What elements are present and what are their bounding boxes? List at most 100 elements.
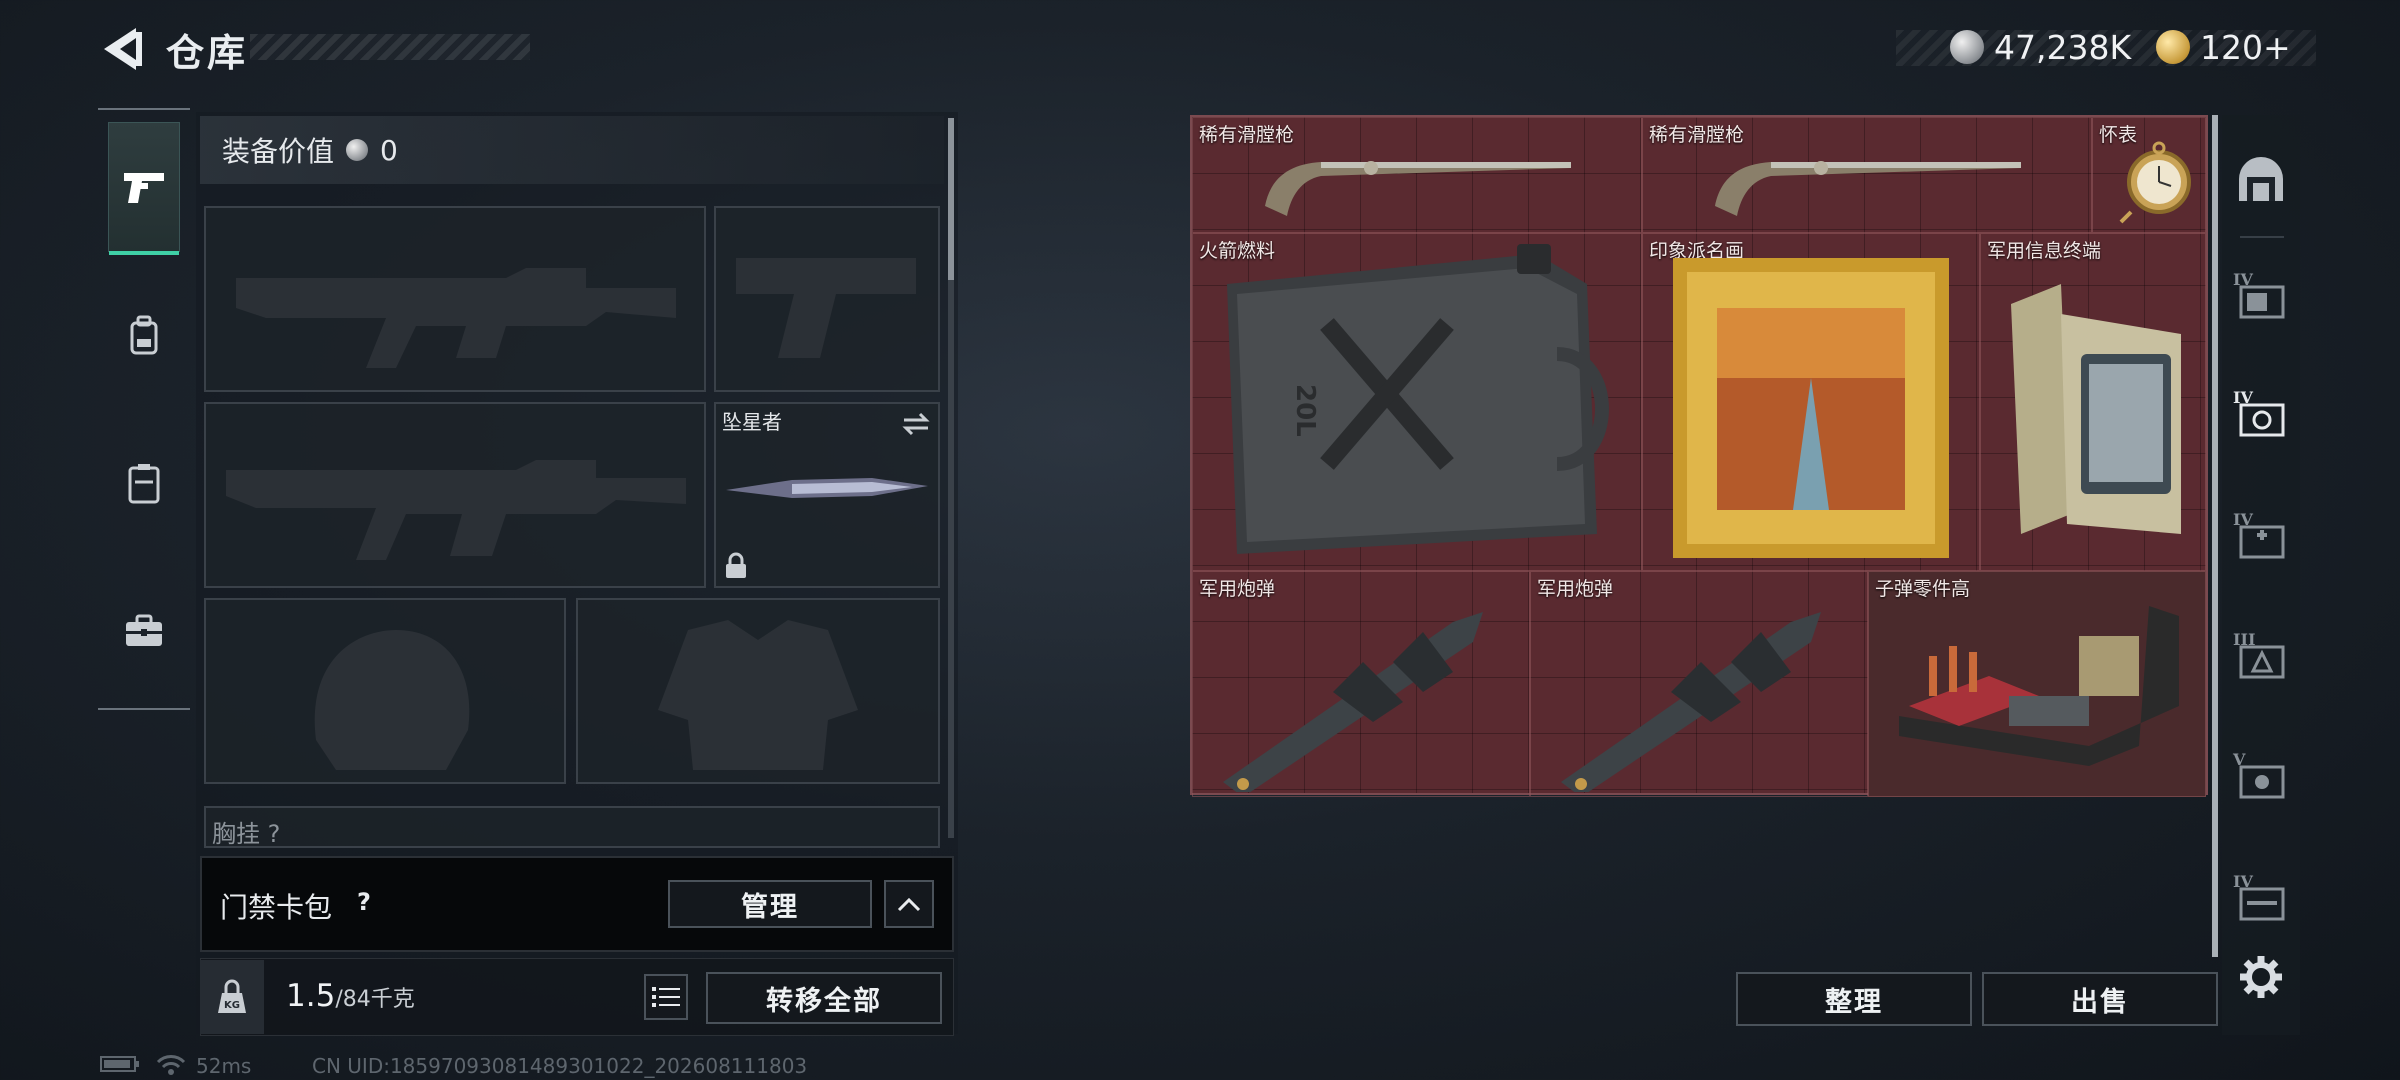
page-title: 仓库: [166, 31, 249, 75]
category-safe-house[interactable]: [2226, 144, 2296, 214]
helmet-slot[interactable]: [204, 598, 566, 784]
loot-icon: V: [2232, 750, 2285, 799]
armor-silhouette-icon: [658, 620, 858, 770]
valuables-icon: IV: [2233, 388, 2285, 437]
chest-rig-slot-label: 胸挂 ?: [212, 820, 281, 848]
lock-icon: [726, 552, 746, 578]
pistol-slot[interactable]: [714, 206, 940, 392]
storage-item[interactable]: 军用信息终端: [1980, 233, 2206, 571]
container-icon: IV: [2233, 270, 2285, 319]
helmet-silhouette-icon: [314, 630, 470, 770]
military-terminal-icon: [2011, 284, 2181, 534]
backpack-icon: [130, 315, 158, 355]
artillery-shell-icon: [1561, 612, 1821, 792]
ammo-icon: III: [2233, 630, 2285, 679]
expand-button[interactable]: [884, 880, 934, 928]
artillery-shell-icon: [1223, 612, 1483, 792]
chevron-up-icon: [897, 897, 921, 912]
pistol-silhouette-icon: [736, 258, 916, 358]
category-weapon-crate[interactable]: IV: [2226, 862, 2296, 932]
sort-button[interactable]: 整理: [1736, 972, 1972, 1026]
ping-text: 52ms: [196, 1054, 252, 1078]
musket-icon: [1265, 161, 1571, 216]
wifi-shape: [156, 1055, 186, 1075]
bullet-parts-icon: [1899, 606, 2179, 766]
currency-gold[interactable]: 120+: [2156, 24, 2291, 70]
equipment-value: 装备价值 0: [222, 130, 398, 170]
rail-divider-top: [98, 108, 190, 110]
secondary-weapon-slot[interactable]: [204, 402, 706, 588]
silver-coin-icon: [346, 139, 369, 161]
weapon-crate-icon: IV: [2233, 872, 2285, 921]
tab-weapons[interactable]: [108, 122, 180, 255]
melee-slot[interactable]: 坠星者: [714, 402, 940, 588]
wifi-icon: [156, 1054, 186, 1080]
storage-item[interactable]: 稀有滑膛枪: [1192, 117, 1642, 233]
weight-current: 1.5: [286, 978, 336, 1014]
fuel-can-capacity: 20L: [1290, 384, 1320, 437]
armor-slot[interactable]: [576, 598, 940, 784]
category-loot[interactable]: V: [2226, 740, 2296, 810]
category-ammo[interactable]: III: [2226, 620, 2296, 690]
assault-rifle-silhouette-icon: [236, 268, 676, 368]
title-decoration: [250, 34, 530, 60]
storage-item[interactable]: 火箭燃料 20L: [1192, 233, 1642, 571]
battery-icon: [100, 1054, 140, 1079]
manage-button[interactable]: 管理: [668, 880, 872, 928]
primary-weapon-slot[interactable]: [204, 206, 706, 392]
weight-icon-label: KG: [224, 1000, 240, 1011]
storage-item[interactable]: 稀有滑膛枪: [1642, 117, 2092, 233]
painting-icon: [1673, 258, 1949, 558]
musket-icon: [1715, 161, 2021, 216]
storage-grid: 稀有滑膛枪 稀有滑膛枪 怀表 火箭燃料 20L 印象派名画 军用信息终端 军用炮…: [1190, 115, 2208, 797]
settings-button[interactable]: [2226, 942, 2296, 1012]
fuel-can-icon: 20L: [1227, 244, 1609, 554]
gold-coin-icon: [2156, 30, 2190, 64]
tab-chest-rig[interactable]: [108, 418, 180, 548]
uid-text: CN UID:18597093081489301022_202608111803: [312, 1054, 808, 1078]
battery-shape: [100, 1056, 139, 1072]
equipment-scroll-thumb[interactable]: [948, 118, 954, 280]
pistol-icon: [124, 173, 164, 203]
swap-icon[interactable]: [900, 410, 932, 438]
item-label: 军用信息终端: [1987, 240, 2102, 262]
tab-case[interactable]: [108, 566, 180, 696]
equipment-value-amount: 0: [380, 133, 398, 167]
kettlebell-icon: KG: [218, 979, 246, 1013]
currency-gold-value: 120+: [2200, 27, 2291, 67]
medical-icon: IV: [2233, 510, 2285, 559]
pocket-watch-icon: [2119, 141, 2191, 224]
briefcase-icon: [126, 614, 162, 646]
weight-max: /84千克: [335, 987, 415, 1012]
currency-silver-value: 47,238K: [1994, 27, 2132, 67]
chest-rig-icon: [128, 464, 160, 504]
melee-slot-name: 坠星者: [722, 410, 782, 434]
sell-button[interactable]: 出售: [1982, 972, 2218, 1026]
equipment-value-label: 装备价值: [222, 135, 335, 168]
list-icon: [652, 987, 680, 1007]
weight-readout: 1.5/84千克: [286, 978, 415, 1014]
storage-item[interactable]: 怀表: [2092, 117, 2206, 233]
keycard-label: 门禁卡包: [220, 891, 333, 924]
category-container[interactable]: IV: [2226, 260, 2296, 330]
tab-backpack[interactable]: [108, 270, 180, 400]
storage-item[interactable]: 军用炮弹: [1192, 571, 1530, 797]
chest-rig-slot[interactable]: 胸挂 ?: [204, 806, 940, 848]
storage-item[interactable]: 印象派名画: [1642, 233, 1980, 571]
storage-item[interactable]: 子弹零件高: [1868, 571, 2206, 797]
transfer-all-button[interactable]: 转移全部: [706, 972, 942, 1024]
safe-house-icon: [2239, 157, 2283, 201]
category-medical[interactable]: IV: [2226, 500, 2296, 570]
currency-silver[interactable]: 47,238K: [1950, 24, 2131, 70]
category-divider: [2240, 236, 2284, 238]
category-valuables[interactable]: IV: [2226, 378, 2296, 448]
knife-icon: [726, 478, 928, 498]
back-button[interactable]: [96, 22, 146, 76]
storage-item[interactable]: 军用炮弹: [1530, 571, 1868, 797]
rail-divider-bottom: [98, 708, 190, 710]
keycard-help-button[interactable]: ?: [346, 884, 382, 920]
gear-icon: [2240, 956, 2282, 998]
list-view-button[interactable]: [644, 974, 688, 1020]
storage-scrollbar[interactable]: [2212, 115, 2218, 957]
silver-coin-icon: [1950, 30, 1984, 64]
